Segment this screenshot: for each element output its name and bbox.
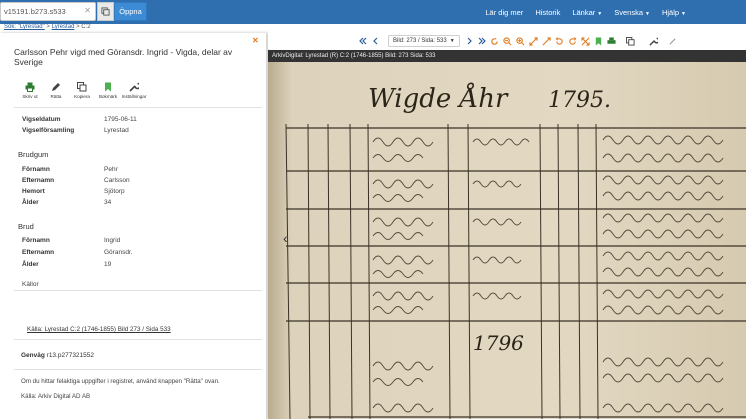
nav-item-3[interactable]: Svenska ▼: [614, 8, 650, 17]
last-page-icon[interactable]: [477, 36, 487, 46]
breadcrumb-volume: C:2: [81, 24, 91, 30]
settings-label: Inställningar: [121, 94, 147, 99]
divider: [14, 339, 262, 340]
top-navbar: ✕ Öppna Lär dig merHistorikLänkar▼Svensk…: [0, 0, 746, 24]
bride-fornamn: Förnamn Ingrid: [22, 237, 121, 244]
help-note: Om du hittar felaktiga uppgifter i regis…: [21, 378, 220, 385]
nav-item-label: Historik: [535, 7, 561, 17]
bride-alder: Ålder 19: [22, 261, 112, 268]
bride-heading: Brud: [18, 222, 34, 231]
shortcut-label: Genväg: [21, 352, 45, 359]
refresh-icon[interactable]: [490, 36, 500, 46]
source-link[interactable]: Källa: Lyrestad C:2 (1746-1855) Bild 273…: [27, 326, 171, 333]
copy-label: Kopiera: [74, 94, 90, 99]
record-panel: ✕ Carlsson Pehr vigd med Göransdr. Ingri…: [0, 33, 267, 419]
copy-icon: [77, 82, 87, 92]
print-button[interactable]: Skriv ut: [20, 82, 40, 99]
source-note: Källa: Arkiv Digital AD AB: [21, 393, 91, 400]
correct-button[interactable]: Rätta: [46, 82, 66, 99]
groom-efternamn: Efternamn Carlsson: [22, 177, 130, 184]
pencil-icon: [51, 82, 61, 92]
field-vigselforsamling: Vigselförsamling Lyrestad: [22, 127, 129, 134]
shortcut: Genväg r13.p277321552: [21, 352, 94, 359]
breadcrumb-search[interactable]: Sök: "Lyrestad": [4, 24, 45, 30]
bride-efternamn: Efternamn Göransdr.: [22, 249, 133, 256]
nav-item-label: Svenska: [614, 7, 643, 17]
copy-button[interactable]: [97, 2, 114, 21]
nav-item-4[interactable]: Hjälp ▼: [662, 8, 686, 17]
bookmark-button[interactable]: Bokmärk: [98, 82, 118, 99]
groom-hemort: Hemort Sjötorp: [22, 188, 125, 195]
bookmark-icon: [103, 82, 113, 92]
caret-down-icon: ▼: [645, 10, 650, 17]
wrench-icon: [129, 82, 139, 92]
groom-fornamn: Förnamn Pehr: [22, 166, 118, 173]
record-title: Carlsson Pehr vigd med Göransdr. Ingrid …: [14, 47, 233, 67]
fit-icon[interactable]: [529, 36, 539, 46]
sources-heading: Källor: [22, 281, 39, 288]
rotate-right-icon[interactable]: [568, 36, 578, 46]
correct-label: Rätta: [50, 94, 62, 99]
viewer-caption: ArkivDigital: Lyrestad (R) C:2 (1746-185…: [268, 50, 746, 62]
viewer-toolbar: Bild: 273 / Sida: 533 ▼: [268, 33, 746, 49]
first-page-icon[interactable]: [358, 36, 368, 46]
search-box: ✕: [0, 2, 96, 21]
zoom-in-icon[interactable]: [516, 36, 526, 46]
prev-page-icon[interactable]: [371, 36, 381, 46]
nav-item-2[interactable]: Länkar ▼: [572, 8, 602, 17]
copy-icon: [101, 7, 110, 16]
zoom-out-icon[interactable]: [503, 36, 513, 46]
divider: [14, 369, 262, 370]
next-page-icon[interactable]: [464, 36, 474, 46]
field-vigseldatum: Vigseldatum 1795-06-11: [22, 116, 137, 123]
parish-record-scan: Wigde Åhr 1795. 1796: [268, 62, 746, 419]
search-input[interactable]: [1, 3, 83, 20]
nav-item-label: Lär dig mer: [485, 7, 524, 17]
groom-alder: Ålder 34: [22, 199, 112, 206]
clear-icon[interactable]: ✕: [84, 6, 91, 15]
settings-button[interactable]: Inställningar: [121, 82, 147, 99]
printer-icon[interactable]: [607, 36, 617, 46]
fullscreen-icon[interactable]: [581, 36, 591, 46]
breadcrumb: Sök: "Lyrestad" > Lyrestad > C:2: [4, 24, 91, 30]
divider: [14, 107, 262, 108]
record-actions: Skriv ut Rätta Kopiera Bokmärk Inställni…: [20, 82, 147, 99]
open-button[interactable]: Öppna: [114, 2, 147, 21]
doc-heading-script: Wigde Åhr: [368, 82, 509, 114]
breadcrumb-place[interactable]: Lyrestad: [52, 24, 75, 30]
page-select[interactable]: Bild: 273 / Sida: 533 ▼: [388, 35, 460, 47]
close-icon[interactable]: ✕: [252, 36, 259, 45]
shortcut-value[interactable]: r13.p277321552: [47, 352, 94, 359]
copy-icon[interactable]: [626, 36, 636, 46]
groom-heading: Brudgum: [18, 150, 49, 159]
document-image[interactable]: Wigde Åhr 1795. 1796: [268, 62, 746, 419]
prev-image-arrow[interactable]: ‹: [283, 230, 288, 246]
caret-down-icon: ▼: [681, 10, 686, 17]
bookmark-icon[interactable]: [594, 36, 604, 46]
nav-item-0[interactable]: Lär dig mer: [485, 8, 523, 17]
doc-heading-year: 1795.: [548, 88, 611, 113]
doc-year-1796: 1796: [473, 331, 524, 355]
nav-item-label: Hjälp: [661, 7, 680, 17]
nav-item-label: Länkar: [572, 7, 596, 17]
divider: [14, 290, 262, 291]
expand-icon[interactable]: [668, 36, 678, 46]
bookmark-label: Bokmärk: [98, 94, 118, 99]
caret-down-icon: ▼: [597, 10, 603, 17]
wrench-icon[interactable]: [649, 36, 659, 46]
nav-menu: Lär dig mer Historik Länkar ▼ Svenska ▼ Hjälp ▼: [485, 0, 686, 24]
printer-icon: [25, 82, 35, 92]
print-label: Skriv ut: [22, 94, 38, 99]
expand-icon[interactable]: [542, 36, 552, 46]
rotate-left-icon[interactable]: [555, 36, 565, 46]
copy-record-button[interactable]: Kopiera: [72, 82, 92, 99]
nav-item-1[interactable]: Historik: [535, 8, 560, 17]
